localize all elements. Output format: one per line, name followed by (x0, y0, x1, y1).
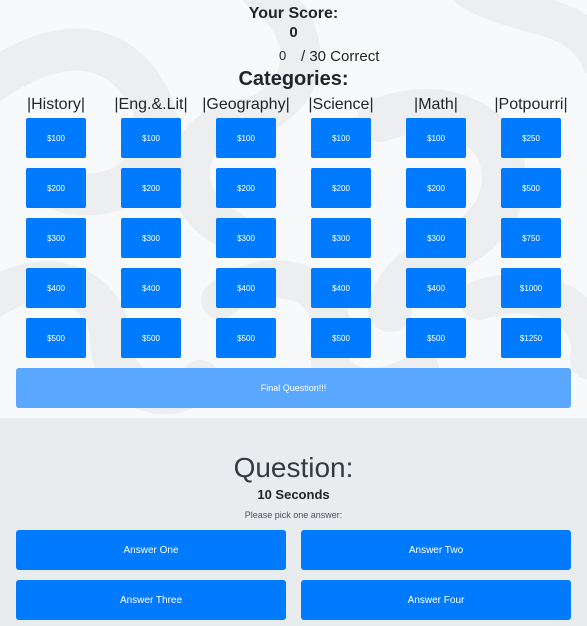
tile-eng-lit-1[interactable]: $100 (121, 118, 181, 158)
tile-potpourri-5[interactable]: $1250 (501, 318, 561, 358)
category-header-geography: |Geography| (202, 96, 290, 113)
tile-math-4[interactable]: $400 (406, 268, 466, 308)
tile-potpourri-4[interactable]: $1000 (501, 268, 561, 308)
answer-three-button[interactable]: Answer Three (16, 580, 286, 620)
tile-history-2[interactable]: $200 (26, 168, 86, 208)
tile-eng-lit-4[interactable]: $400 (121, 268, 181, 308)
answer-two-button[interactable]: Answer Two (301, 530, 571, 570)
tile-history-3[interactable]: $300 (26, 218, 86, 258)
tile-eng-lit-2[interactable]: $200 (121, 168, 181, 208)
final-question-button[interactable]: Final Question!!! (16, 368, 571, 408)
answer-one-button[interactable]: Answer One (16, 530, 286, 570)
tile-history-4[interactable]: $400 (26, 268, 86, 308)
tile-history-1[interactable]: $100 (26, 118, 86, 158)
correct-counter: 0 / 30 Correct (0, 48, 587, 68)
score-label: Your Score: (248, 5, 339, 22)
tile-science-3[interactable]: $300 (311, 218, 371, 258)
tile-science-4[interactable]: $400 (311, 268, 371, 308)
tile-science-5[interactable]: $500 (311, 318, 371, 358)
question-timer: 10 Seconds (257, 487, 330, 502)
tile-science-1[interactable]: $100 (311, 118, 371, 158)
categories-title: Categories: (238, 68, 349, 90)
game-board: Your Score: 0 0 / 30 Correct Categories:… (0, 0, 587, 418)
category-header-eng-lit: |Eng.&.Lit| (114, 96, 188, 113)
category-header-potpourri: |Potpourri| (494, 96, 568, 113)
tile-geography-2[interactable]: $200 (216, 168, 276, 208)
tile-science-2[interactable]: $200 (311, 168, 371, 208)
tile-math-5[interactable]: $500 (406, 318, 466, 358)
tile-geography-5[interactable]: $500 (216, 318, 276, 358)
tile-eng-lit-3[interactable]: $300 (121, 218, 181, 258)
question-title: Question: (233, 452, 354, 483)
tile-history-5[interactable]: $500 (26, 318, 86, 358)
category-header-history: |History| (26, 96, 86, 113)
score-value: 0 (289, 24, 298, 41)
answer-four-button[interactable]: Answer Four (301, 580, 571, 620)
tile-geography-3[interactable]: $300 (216, 218, 276, 258)
tile-potpourri-2[interactable]: $500 (501, 168, 561, 208)
tile-potpourri-3[interactable]: $750 (501, 218, 561, 258)
tile-geography-4[interactable]: $400 (216, 268, 276, 308)
answer-prompt: Please pick one answer: (244, 510, 343, 520)
tile-eng-lit-5[interactable]: $500 (121, 318, 181, 358)
tile-potpourri-1[interactable]: $250 (501, 118, 561, 158)
category-header-science: |Science| (308, 96, 374, 113)
correct-total: / 30 Correct (301, 48, 380, 65)
tile-math-1[interactable]: $100 (406, 118, 466, 158)
correct-count: 0 (279, 48, 287, 63)
tile-geography-1[interactable]: $100 (216, 118, 276, 158)
category-header-math: |Math| (414, 96, 458, 113)
tile-math-3[interactable]: $300 (406, 218, 466, 258)
tile-math-2[interactable]: $200 (406, 168, 466, 208)
